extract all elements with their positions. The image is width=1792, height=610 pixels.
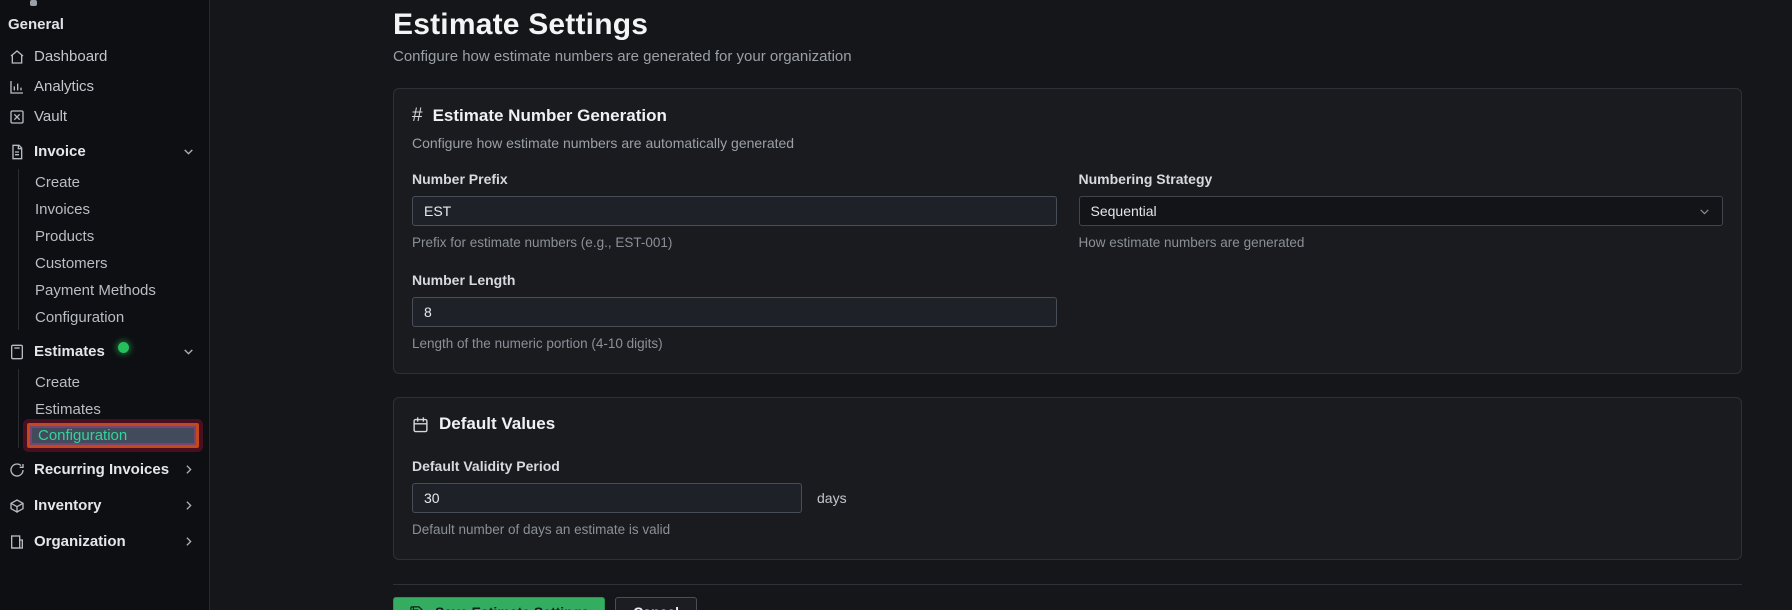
vault-box-icon xyxy=(8,108,25,125)
sidebar-item-recurring-invoices[interactable]: Recurring Invoices xyxy=(8,455,199,484)
sidebar-item-label: Dashboard xyxy=(34,48,108,65)
sidebar-item-label: Create xyxy=(35,173,81,191)
chevron-right-icon xyxy=(182,535,195,548)
days-unit-label: days xyxy=(817,490,847,506)
sidebar-item-analytics[interactable]: Analytics xyxy=(8,73,199,100)
sidebar-item-inventory[interactable]: Inventory xyxy=(8,491,199,520)
page-subtitle: Configure how estimate numbers are gener… xyxy=(393,48,852,65)
chevron-right-icon xyxy=(182,499,195,512)
sidebar-item-label: Organization xyxy=(34,533,126,550)
save-button-label: Save Estimate Settings xyxy=(435,604,589,610)
sidebar: General Dashboard Analytics Vault Invoic… xyxy=(0,0,210,610)
default-validity-period-field: Default Validity Period days Default num… xyxy=(412,458,1057,537)
sidebar-item-invoice[interactable]: Invoice xyxy=(8,137,199,166)
sidebar-item-estimates-list[interactable]: Estimates xyxy=(35,396,199,422)
number-length-help: Length of the numeric portion (4-10 digi… xyxy=(412,336,663,351)
sidebar-item-label: Invoice xyxy=(34,143,86,160)
hash-icon: # xyxy=(412,105,423,126)
sidebar-item-label: Inventory xyxy=(34,497,102,514)
sidebar-item-payment-methods[interactable]: Payment Methods xyxy=(35,277,199,303)
numbering-strategy-field: Numbering Strategy Sequential How estima… xyxy=(1078,171,1723,250)
sidebar-item-invoice-configuration[interactable]: Configuration xyxy=(35,304,199,330)
calculator-icon xyxy=(8,343,25,360)
default-values-card: Default Values Default Validity Period d… xyxy=(393,397,1742,560)
default-validity-period-help: Default number of days an estimate is va… xyxy=(412,522,671,537)
sidebar-item-label: Vault xyxy=(34,108,68,125)
sidebar-section-general: General xyxy=(8,16,64,33)
sidebar-item-products[interactable]: Products xyxy=(35,223,199,249)
save-estimate-settings-button[interactable]: Save Estimate Settings xyxy=(393,597,606,610)
sidebar-item-estimates-configuration-active[interactable]: Configuration xyxy=(27,423,199,448)
sidebar-item-estimates-create[interactable]: Create xyxy=(35,369,199,395)
numbering-strategy-help: How estimate numbers are generated xyxy=(1078,235,1305,250)
number-length-label: Number Length xyxy=(412,272,516,288)
sidebar-item-dashboard[interactable]: Dashboard xyxy=(8,43,199,70)
sidebar-scrollbar-thumb[interactable] xyxy=(30,0,37,6)
cancel-button[interactable]: Cancel xyxy=(615,597,697,610)
sidebar-item-organization[interactable]: Organization xyxy=(8,527,199,556)
sidebar-item-invoices[interactable]: Invoices xyxy=(35,196,199,222)
sidebar-item-customers[interactable]: Customers xyxy=(35,250,199,276)
sidebar-item-label: Customers xyxy=(35,254,108,272)
sidebar-item-label: Payment Methods xyxy=(35,281,156,299)
notification-dot xyxy=(117,341,129,353)
sidebar-item-label: Products xyxy=(35,227,95,245)
refresh-cycle-icon xyxy=(8,461,25,478)
number-length-input[interactable] xyxy=(412,297,1057,327)
chevron-down-icon xyxy=(1698,205,1711,218)
sidebar-item-label: Recurring Invoices xyxy=(34,461,170,478)
save-floppy-icon xyxy=(409,605,424,610)
number-prefix-input[interactable] xyxy=(412,196,1057,226)
sidebar-item-estimates[interactable]: Estimates xyxy=(8,337,199,366)
card-title: Default Values xyxy=(439,414,556,433)
sidebar-item-label: Estimates xyxy=(34,343,105,360)
card-title: Estimate Number Generation xyxy=(432,106,667,125)
sidebar-item-label: Create xyxy=(35,373,81,391)
number-prefix-help: Prefix for estimate numbers (e.g., EST-0… xyxy=(412,235,673,250)
main-content: Estimate Settings Configure how estimate… xyxy=(210,0,1792,610)
invoice-subgroup: Create Invoices Products Customers Payme… xyxy=(18,169,199,330)
home-icon xyxy=(8,48,25,65)
selected-option: Sequential xyxy=(1090,203,1157,219)
page-title: Estimate Settings xyxy=(393,8,649,41)
number-length-field: Number Length Length of the numeric port… xyxy=(412,272,1057,351)
sidebar-item-label: Invoices xyxy=(35,200,91,218)
sidebar-item-label: Configuration xyxy=(38,427,128,444)
numbering-strategy-select[interactable]: Sequential xyxy=(1078,196,1723,226)
default-validity-period-input[interactable] xyxy=(412,483,802,513)
empty-grid-cell xyxy=(1079,272,1724,351)
number-prefix-field: Number Prefix Prefix for estimate number… xyxy=(412,171,1057,250)
chevron-down-icon xyxy=(182,345,195,358)
number-prefix-label: Number Prefix xyxy=(412,171,508,187)
numbering-strategy-label: Numbering Strategy xyxy=(1078,171,1213,187)
bar-chart-icon xyxy=(8,78,25,95)
chevron-right-icon xyxy=(182,463,195,476)
default-validity-period-label: Default Validity Period xyxy=(412,458,560,474)
invoice-file-icon xyxy=(8,143,25,160)
sidebar-item-label: Configuration xyxy=(35,308,125,326)
app-window: General Dashboard Analytics Vault Invoic… xyxy=(0,0,1792,610)
sidebar-item-label: Estimates xyxy=(35,400,101,418)
calendar-icon xyxy=(412,416,429,433)
sidebar-item-label: Analytics xyxy=(34,78,95,95)
form-actions: Save Estimate Settings Cancel xyxy=(393,597,1742,610)
sidebar-item-invoice-create[interactable]: Create xyxy=(35,169,199,195)
package-icon xyxy=(8,497,25,514)
sidebar-item-vault[interactable]: Vault xyxy=(8,103,199,130)
card-subtitle: Configure how estimate numbers are autom… xyxy=(412,135,795,151)
actions-divider xyxy=(393,584,1742,585)
building-icon xyxy=(8,533,25,550)
chevron-down-icon xyxy=(182,145,195,158)
estimate-number-generation-card: # Estimate Number Generation Configure h… xyxy=(393,88,1742,374)
estimates-subgroup: Create Estimates Configuration xyxy=(18,369,199,448)
